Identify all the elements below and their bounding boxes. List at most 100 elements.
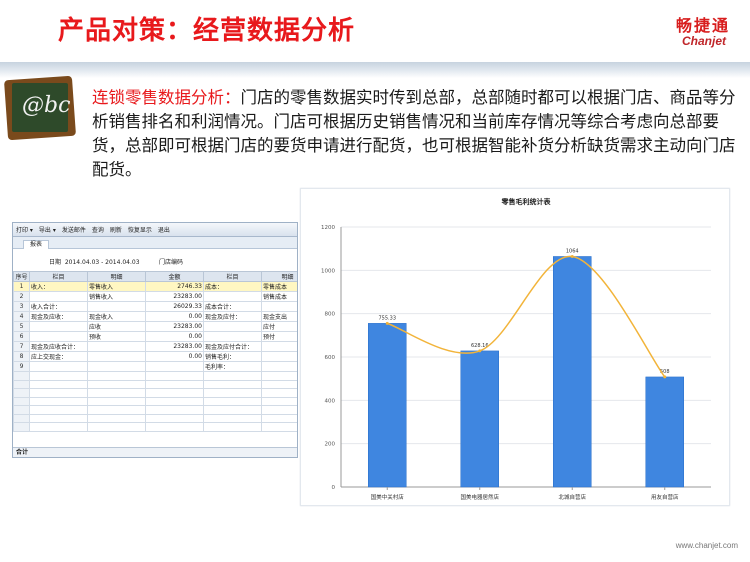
report-toolbar: 打印 ▾ 导出 ▾ 发送邮件 查询 刷新 恢复显示 退出 — [13, 223, 297, 237]
table-cell: 销售收入 — [87, 291, 146, 302]
x-tick-label: 国美电器居然店 — [460, 493, 499, 501]
x-tick-label: 用友自营店 — [651, 493, 679, 501]
table-row[interactable]: 1 收入： 零售收入 2746.33 成本： 零售成本 — [13, 281, 297, 292]
trend-line — [387, 255, 666, 378]
chalkboard-icon: @bc — [3, 75, 77, 142]
table-cell — [87, 413, 146, 423]
table-cell — [87, 388, 146, 398]
chart-svg: 零售毛利统计表 0 200 400 600 800 1000 1200 755.33 国美中关村店… — [321, 197, 711, 501]
table-row[interactable]: 9 毛利率： — [13, 361, 297, 372]
table-cell — [261, 396, 297, 406]
table-cell — [261, 379, 297, 389]
table-row[interactable]: 6 预收 0.00 预付 — [13, 331, 297, 342]
table-cell — [203, 396, 262, 406]
table-cell: 2 — [13, 291, 30, 302]
y-tick-label: 0 — [332, 485, 336, 491]
table-cell: 3 — [13, 301, 30, 312]
exit-button[interactable]: 退出 — [158, 225, 170, 234]
table-cell: 成本合计： — [203, 301, 262, 312]
chart-title: 零售毛利统计表 — [501, 197, 552, 206]
trend-point — [385, 321, 389, 325]
profit-chart: 零售毛利统计表 0 200 400 600 800 1000 1200 755.33 国美中关村店… — [300, 188, 730, 506]
table-cell: 1 — [13, 281, 30, 292]
table-cell — [145, 361, 204, 372]
logo-cn-text: 畅捷通 — [675, 16, 730, 35]
table-cell — [87, 379, 146, 389]
report-filters: 日期 2014.04.03 - 2014.04.03 门店编码 — [13, 249, 297, 271]
table-cell — [145, 413, 204, 423]
table-cell: 现金及应付： — [203, 311, 262, 322]
table-cell — [29, 291, 88, 302]
table-cell: 4 — [13, 311, 30, 322]
export-button[interactable]: 导出 ▾ — [39, 225, 56, 234]
table-cell — [13, 413, 30, 423]
table-cell — [29, 396, 88, 406]
table-cell — [87, 422, 146, 432]
table-cell — [203, 291, 262, 302]
table-cell — [145, 379, 204, 389]
table-cell — [13, 422, 30, 432]
bar — [645, 376, 684, 488]
table-cell — [203, 379, 262, 389]
table-cell — [13, 405, 30, 415]
total-row: 合计 — [13, 447, 297, 457]
chanjet-logo: 畅捷通 Chanjet — [630, 12, 730, 52]
table-row[interactable] — [13, 388, 297, 398]
table-cell — [261, 413, 297, 423]
bar — [553, 256, 592, 488]
table-cell: 收入： — [29, 281, 88, 292]
table-cell — [261, 301, 297, 312]
y-tick-label: 400 — [325, 398, 336, 404]
column-header: 明细 — [87, 271, 146, 282]
table-cell — [87, 301, 146, 312]
footer-url: www.chanjet.com — [675, 541, 738, 550]
table-cell — [145, 396, 204, 406]
restore-display-button[interactable]: 恢复显示 — [128, 225, 152, 234]
store-code-label: 门店编码 — [159, 259, 184, 266]
table-cell — [203, 371, 262, 381]
report-table: 序号 栏目 明细 金额 栏目 明细 1 收入： 零售收入 2746.33 成本： 零售成本… — [13, 271, 297, 432]
table-cell — [29, 422, 88, 432]
table-row[interactable] — [13, 413, 297, 423]
y-tick-label: 800 — [325, 312, 336, 318]
description: 连锁零售数据分析：门店的零售数据实时传到总部，总部随时都可以根据门店、商品等分析… — [92, 86, 740, 182]
table-cell — [87, 361, 146, 372]
table-cell — [145, 388, 204, 398]
table-cell — [261, 405, 297, 415]
table-row[interactable] — [13, 396, 297, 406]
table-row[interactable]: 5 应收 23283.00 应付 — [13, 321, 297, 332]
table-cell — [87, 371, 146, 381]
table-row[interactable]: 8 应上交现金： 0.00 销售毛利： — [13, 351, 297, 362]
y-tick-label: 1000 — [321, 268, 335, 274]
table-row[interactable]: 7 现金及应收合计： 23283.00 现金及应付合计： — [13, 341, 297, 352]
refresh-button[interactable]: 刷新 — [110, 225, 122, 234]
send-email-button[interactable]: 发送邮件 — [62, 225, 86, 234]
logo-en-text: Chanjet — [681, 34, 726, 48]
table-cell — [203, 413, 262, 423]
table-row[interactable]: 4 现金及应收： 现金收入 0.00 现金及应付： 现金支出 — [13, 311, 297, 322]
table-row[interactable]: 2 销售收入 23283.00 销售成本 — [13, 291, 297, 302]
x-tick-label: 北城自营店 — [558, 493, 586, 501]
table-cell: 预付 — [261, 331, 297, 342]
print-button[interactable]: 打印 ▾ — [16, 225, 33, 234]
table-row[interactable] — [13, 371, 297, 381]
table-row[interactable] — [13, 422, 297, 432]
table-cell — [29, 331, 88, 342]
table-cell — [29, 405, 88, 415]
tab-report[interactable]: 报表 — [23, 240, 50, 249]
table-cell: 23283.00 — [145, 321, 204, 332]
table-cell: 毛利率： — [203, 361, 262, 372]
table-cell — [261, 361, 297, 372]
table-row[interactable] — [13, 405, 297, 415]
table-row[interactable] — [13, 379, 297, 389]
table-cell — [145, 405, 204, 415]
table-row[interactable]: 3 收入合计： 26029.33 成本合计： — [13, 301, 297, 312]
table-cell: 9 — [13, 361, 30, 372]
table-cell: 应收 — [87, 321, 146, 332]
query-button[interactable]: 查询 — [92, 225, 104, 234]
table-cell: 0.00 — [145, 331, 204, 342]
table-cell: 2746.33 — [145, 281, 204, 292]
data-label: 1064 — [566, 248, 579, 254]
table-cell — [261, 341, 297, 352]
description-highlight: 连锁零售数据分析： — [92, 88, 241, 107]
